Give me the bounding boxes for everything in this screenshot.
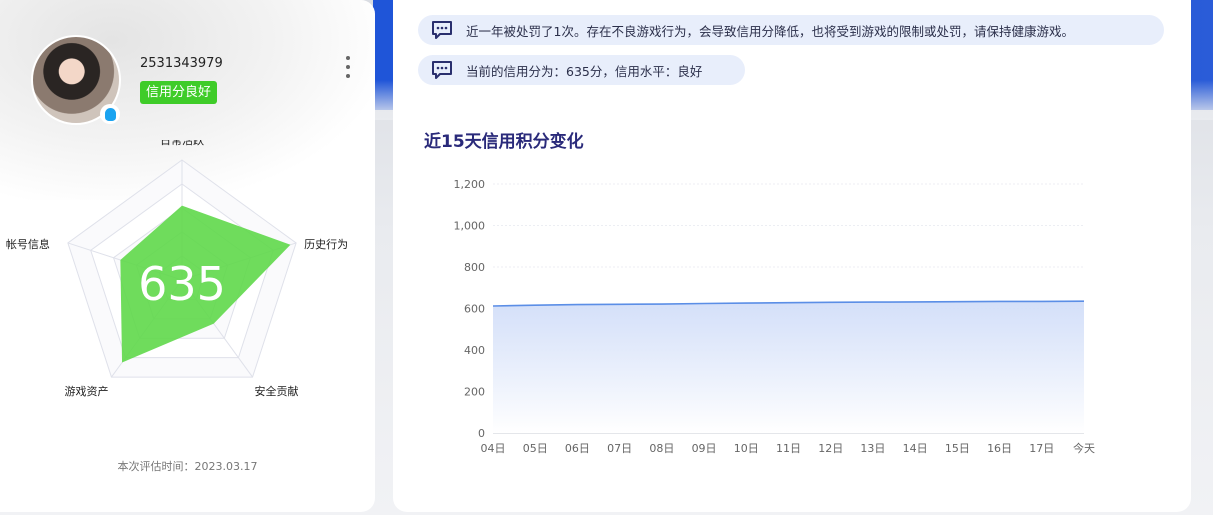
chart-x-tick-label: 15日: [945, 442, 970, 455]
credit-trend-chart: 0 200 400 600 800 1,000 1,200 04日 05日 06日 07日 08日 0…: [454, 178, 1096, 455]
chart-x-tick-label: 08日: [649, 442, 674, 455]
chart-x-tick-label: 05日: [523, 442, 548, 455]
chart-x-tick-label: 17日: [1029, 442, 1054, 455]
radar-axis-label: 历史行为: [304, 238, 348, 251]
user-id: 2531343979: [140, 56, 223, 71]
chart-x-tick-label: 16日: [987, 442, 1012, 455]
credit-score-value: 635: [138, 257, 226, 311]
evaluation-time: 本次评估时间：2023.03.17: [117, 460, 258, 473]
credit-radar-chart: 日常活跃历史行为安全贡献 游戏资产 帐号信息 635: [6, 140, 348, 398]
qq-penguin-icon: [100, 104, 120, 124]
penalty-notice-text: 近一年被处罚了1次。存在不良游戏行为，会导致信用分降低，也将受到游戏的限制或处罚…: [466, 23, 1074, 39]
chart-x-tick-label: 07日: [607, 442, 632, 455]
chart-x-tick-label: 10日: [734, 442, 759, 455]
chart-x-tick-label: 11日: [776, 442, 801, 455]
chart-y-tick-label: 400: [464, 344, 485, 357]
chart-x-tick-label: 今天: [1073, 441, 1095, 455]
more-vertical-icon[interactable]: [340, 56, 356, 78]
credit-detail-card: 近一年被处罚了1次。存在不良游戏行为，会导致信用分降低，也将受到游戏的限制或处罚…: [393, 0, 1191, 512]
chart-x-tick-label: 04日: [481, 442, 506, 455]
radar-axis-label: 安全贡献: [255, 384, 299, 398]
chart-y-tick-label: 0: [478, 427, 485, 440]
radar-axis-label: 帐号信息: [6, 237, 50, 251]
message-icon: [432, 21, 452, 39]
chart-x-tick-label: 13日: [860, 442, 885, 455]
chart-x-tick-label: 12日: [818, 442, 843, 455]
profile-card: 2531343979 信用分良好 日常活跃历史行为安全贡献 游戏资产 帐号信息 63…: [0, 0, 375, 512]
message-icon: [432, 61, 452, 79]
chart-y-tick-label: 600: [464, 303, 485, 316]
chart-y-tick-label: 1,000: [454, 220, 486, 233]
chart-title: 近15天信用积分变化: [424, 132, 584, 152]
chart-x-tick-label: 14日: [903, 442, 928, 455]
current-score-text: 当前的信用分为：635分，信用水平：良好: [466, 63, 703, 79]
chart-x-tick-label: 09日: [692, 442, 717, 455]
chart-area-fill: [493, 301, 1084, 433]
chart-y-tick-label: 800: [464, 261, 485, 274]
chart-y-tick-label: 1,200: [454, 178, 486, 191]
credit-status-badge: 信用分良好: [140, 81, 218, 104]
chart-x-tick-label: 06日: [565, 442, 590, 455]
chart-y-tick-label: 200: [464, 386, 485, 399]
current-score-notice: 当前的信用分为：635分，信用水平：良好: [418, 55, 745, 85]
radar-axis-label: 日常活跃: [160, 140, 204, 147]
radar-axis-label: 游戏资产: [64, 384, 108, 398]
penalty-notice: 近一年被处罚了1次。存在不良游戏行为，会导致信用分降低，也将受到游戏的限制或处罚…: [418, 15, 1164, 45]
